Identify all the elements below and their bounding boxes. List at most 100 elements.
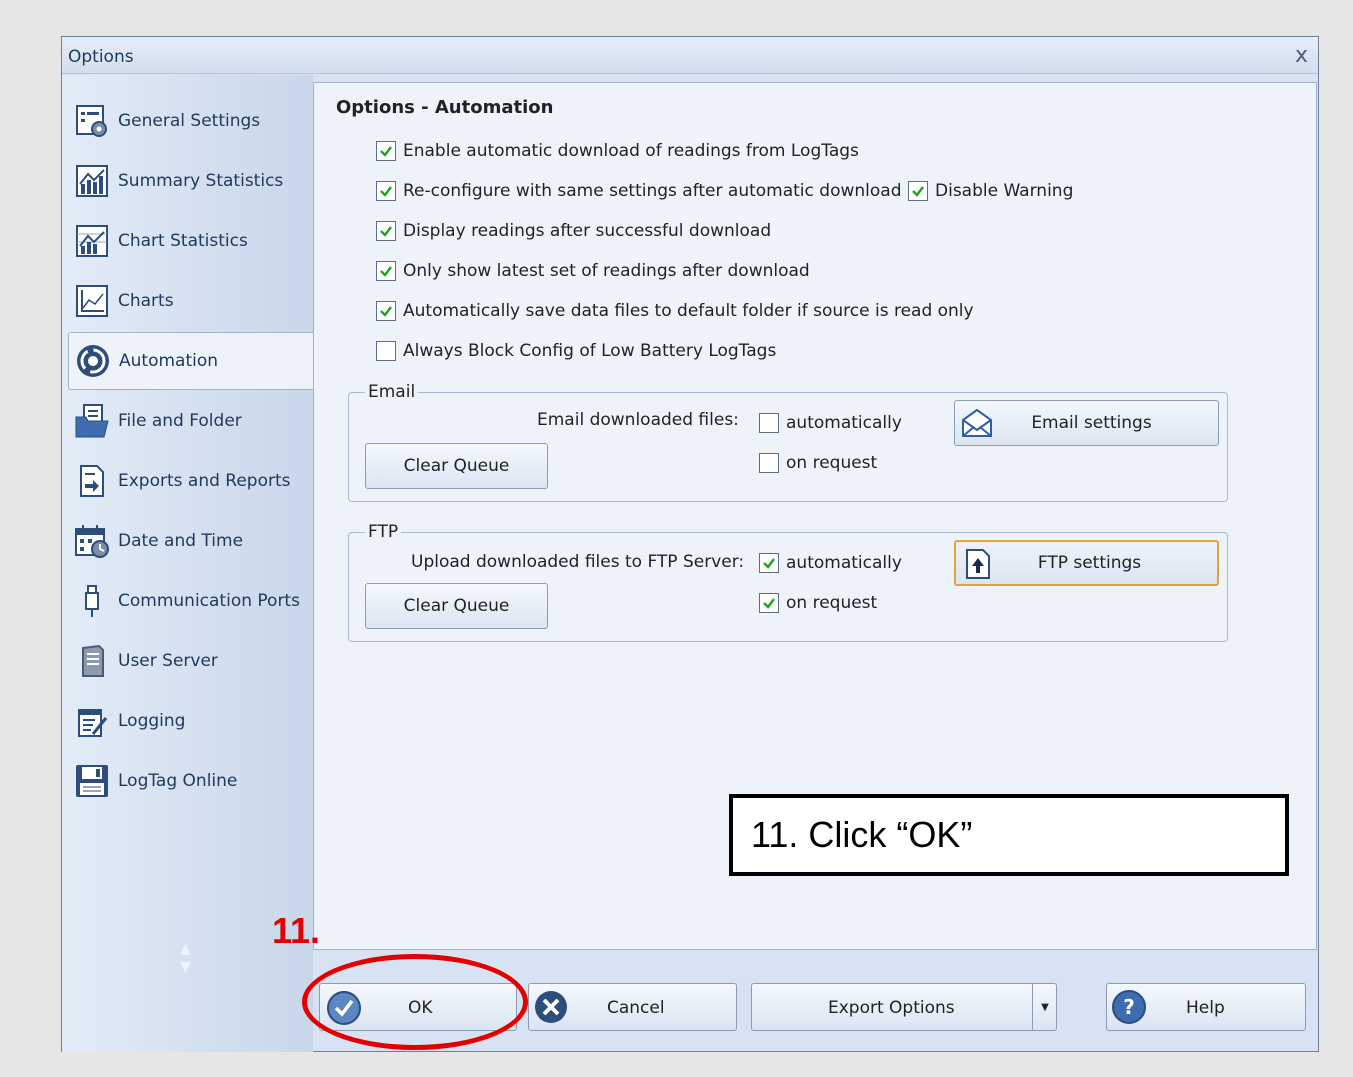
- option-label: Enable automatic download of readings fr…: [403, 141, 859, 161]
- general-settings-icon: [74, 103, 110, 139]
- checkbox[interactable]: [376, 301, 396, 321]
- email-clear-queue-button[interactable]: Clear Queue: [365, 443, 548, 489]
- checkbox[interactable]: [376, 141, 396, 161]
- envelope-icon: [959, 405, 995, 441]
- checkbox[interactable]: [376, 221, 396, 241]
- sidebar-item-logtag-online[interactable]: LogTag Online: [68, 752, 313, 810]
- checkbox[interactable]: [759, 413, 779, 433]
- checkbox[interactable]: [376, 341, 396, 361]
- step-number: 11.: [272, 910, 321, 951]
- help-label: Help: [1186, 998, 1225, 1018]
- sidebar-item-exports-and-reports[interactable]: Exports and Reports: [68, 452, 313, 510]
- option-label: Only show latest set of readings after d…: [403, 261, 810, 281]
- ftp-on-request[interactable]: on request: [759, 593, 877, 613]
- calendar-icon: [74, 523, 110, 559]
- option-label: Always Block Config of Low Battery LogTa…: [403, 341, 777, 361]
- option-enable-auto-download[interactable]: Enable automatic download of readings fr…: [376, 141, 859, 161]
- folder-icon: [74, 403, 110, 439]
- sidebar-item-label: User Server: [118, 651, 218, 671]
- checkbox[interactable]: [759, 593, 779, 613]
- chart-statistics-icon: [74, 223, 110, 259]
- sidebar-scroll-arrows[interactable]: ▲ ▼: [180, 940, 191, 976]
- sidebar-item-general-settings[interactable]: General Settings: [68, 92, 313, 150]
- email-settings-label: Email settings: [1031, 413, 1152, 433]
- upload-icon: [960, 546, 996, 582]
- option-label: Display readings after successful downlo…: [403, 221, 772, 241]
- sidebar-item-label: General Settings: [118, 111, 261, 131]
- ftp-clear-queue-button[interactable]: Clear Queue: [365, 583, 548, 629]
- logging-icon: [74, 703, 110, 739]
- sidebar-item-file-and-folder[interactable]: File and Folder: [68, 392, 313, 450]
- email-automatically[interactable]: automatically: [759, 413, 902, 433]
- summary-statistics-icon: [74, 163, 110, 199]
- option-label: Re-configure with same settings after au…: [403, 181, 902, 201]
- ftp-group: FTP Upload downloaded files to FTP Serve…: [348, 522, 1228, 642]
- option-label: automatically: [786, 553, 902, 573]
- ftp-legend: FTP: [365, 522, 402, 542]
- title-bar: Options x: [62, 37, 1318, 74]
- option-only-latest[interactable]: Only show latest set of readings after d…: [376, 261, 810, 281]
- close-icon[interactable]: x: [1295, 43, 1308, 68]
- help-icon: ?: [1111, 989, 1147, 1030]
- help-button[interactable]: ? Help: [1106, 983, 1306, 1031]
- sidebar-item-label: Exports and Reports: [118, 471, 291, 491]
- option-label: on request: [786, 593, 878, 613]
- svg-text:?: ?: [1123, 995, 1135, 1019]
- checkbox[interactable]: [759, 553, 779, 573]
- sidebar-item-user-server[interactable]: User Server: [68, 632, 313, 690]
- ok-button[interactable]: OK: [319, 983, 517, 1031]
- sidebar-item-label: Automation: [119, 351, 219, 371]
- cancel-label: Cancel: [607, 998, 665, 1018]
- checkbox[interactable]: [376, 181, 396, 201]
- options-dialog: Options x General Settings Summary Stati…: [61, 36, 1319, 1052]
- option-block-low-battery[interactable]: Always Block Config of Low Battery LogTa…: [376, 341, 776, 361]
- ftp-automatically[interactable]: automatically: [759, 553, 902, 573]
- sidebar-item-summary-statistics[interactable]: Summary Statistics: [68, 152, 313, 210]
- email-legend: Email: [365, 382, 419, 402]
- sidebar-item-label: LogTag Online: [118, 771, 238, 791]
- ftp-settings-button[interactable]: FTP settings: [954, 540, 1219, 586]
- checkbox[interactable]: [376, 261, 396, 281]
- sidebar: General Settings Summary Statistics Char…: [62, 75, 313, 1052]
- ftp-settings-label: FTP settings: [1037, 553, 1142, 573]
- export-options-button[interactable]: Export Options ▼: [751, 983, 1057, 1031]
- sidebar-item-label: File and Folder: [118, 411, 242, 431]
- cancel-button[interactable]: Cancel: [528, 983, 737, 1031]
- sidebar-item-label: Communication Ports: [118, 591, 300, 611]
- option-display-readings[interactable]: Display readings after successful downlo…: [376, 221, 771, 241]
- save-icon: [74, 763, 110, 799]
- email-settings-button[interactable]: Email settings: [954, 400, 1219, 446]
- option-auto-save[interactable]: Automatically save data files to default…: [376, 301, 974, 321]
- automation-icon: [75, 343, 111, 379]
- sidebar-item-chart-statistics[interactable]: Chart Statistics: [68, 212, 313, 270]
- sidebar-item-label: Chart Statistics: [118, 231, 248, 251]
- sidebar-item-label: Date and Time: [118, 531, 244, 551]
- sidebar-item-logging[interactable]: Logging: [68, 692, 313, 750]
- server-icon: [74, 643, 110, 679]
- option-label: Automatically save data files to default…: [403, 301, 974, 321]
- option-reconfigure[interactable]: Re-configure with same settings after au…: [376, 181, 901, 201]
- sidebar-item-label: Summary Statistics: [118, 171, 284, 191]
- sidebar-item-date-and-time[interactable]: Date and Time: [68, 512, 313, 570]
- check-circle-icon: [326, 990, 362, 1031]
- sidebar-item-communication-ports[interactable]: Communication Ports: [68, 572, 313, 630]
- usb-icon: [74, 583, 110, 619]
- email-on-request[interactable]: on request: [759, 453, 877, 473]
- sidebar-item-charts[interactable]: Charts: [68, 272, 313, 330]
- ftp-label: Upload downloaded files to FTP Server:: [411, 552, 745, 572]
- cancel-circle-icon: [533, 989, 569, 1030]
- email-label: Email downloaded files:: [537, 410, 739, 430]
- option-label: on request: [786, 453, 878, 473]
- page-title: Options - Automation: [336, 97, 554, 118]
- sidebar-item-automation[interactable]: Automation: [68, 332, 313, 390]
- export-options-label: Export Options: [828, 998, 955, 1018]
- checkbox[interactable]: [759, 453, 779, 473]
- checkbox[interactable]: [908, 181, 928, 201]
- charts-icon: [74, 283, 110, 319]
- sidebar-item-label: Logging: [118, 711, 186, 731]
- dropdown-arrow-icon[interactable]: ▼: [1032, 984, 1057, 1030]
- export-icon: [74, 463, 110, 499]
- option-label: Disable Warning: [935, 181, 1074, 201]
- window-title: Options: [68, 47, 134, 67]
- option-disable-warning[interactable]: Disable Warning: [908, 181, 1073, 201]
